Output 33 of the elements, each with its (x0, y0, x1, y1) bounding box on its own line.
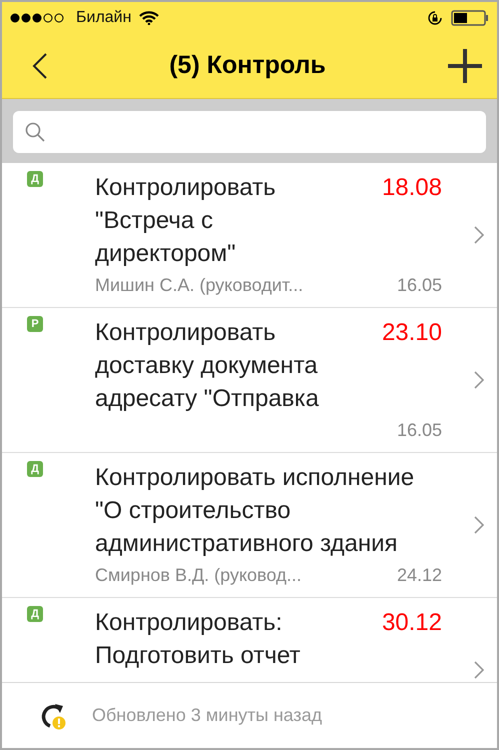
rotation-lock-icon (427, 10, 443, 26)
task-title: Контролировать исполнение "О строительство административного здания (95, 463, 416, 559)
task-author: Смирнов В.Д. (руковод... (95, 564, 303, 587)
task-title: Контролировать доставку документа адресату "Отправка (95, 318, 320, 414)
type-tag: Д (27, 461, 43, 477)
task-title: Контролировать: Подготовить отчет (95, 608, 302, 671)
deadline-date: 30.12 (382, 608, 442, 638)
add-button[interactable] (447, 48, 483, 84)
task-row[interactable]: Д Контролировать исполнение "О строительство административного здания Смирнов В.Д. (руковод... 24.12 (2, 453, 497, 598)
chevron-icon (473, 515, 485, 535)
task-date: 16.05 (396, 274, 442, 297)
task-date: 16.05 (396, 419, 442, 442)
battery-icon (451, 10, 489, 26)
search-icon (25, 122, 45, 142)
task-title: Контролировать "Встреча с директором" (95, 173, 277, 269)
chevron-icon (473, 225, 485, 245)
type-tag: Р (27, 316, 43, 332)
type-tag: Д (27, 171, 43, 187)
screen-title: (5) Контроль (169, 51, 326, 80)
task-row[interactable]: Д Контролировать "Встреча с директором" 18.08 Мишин С.А. (руководит... 16.05 (2, 163, 497, 308)
chevron-icon (473, 370, 485, 390)
deadline-date: 18.08 (382, 173, 442, 203)
deadline-date: 23.10 (382, 318, 442, 348)
task-date: 24.12 (396, 564, 442, 587)
task-row[interactable]: Р Контролировать доставку документа адресату "Отправка 23.10 16.05 (2, 308, 497, 453)
back-button[interactable] (32, 52, 48, 80)
type-tag: Д (27, 606, 43, 622)
update-status: Обновлено 3 минуты назад (92, 704, 322, 727)
chevron-icon (473, 660, 485, 680)
search-field[interactable] (13, 111, 486, 153)
wifi-icon (139, 11, 160, 25)
task-author: Мишин С.А. (руководит... (95, 274, 304, 297)
carrier-name: Билайн (76, 8, 132, 28)
